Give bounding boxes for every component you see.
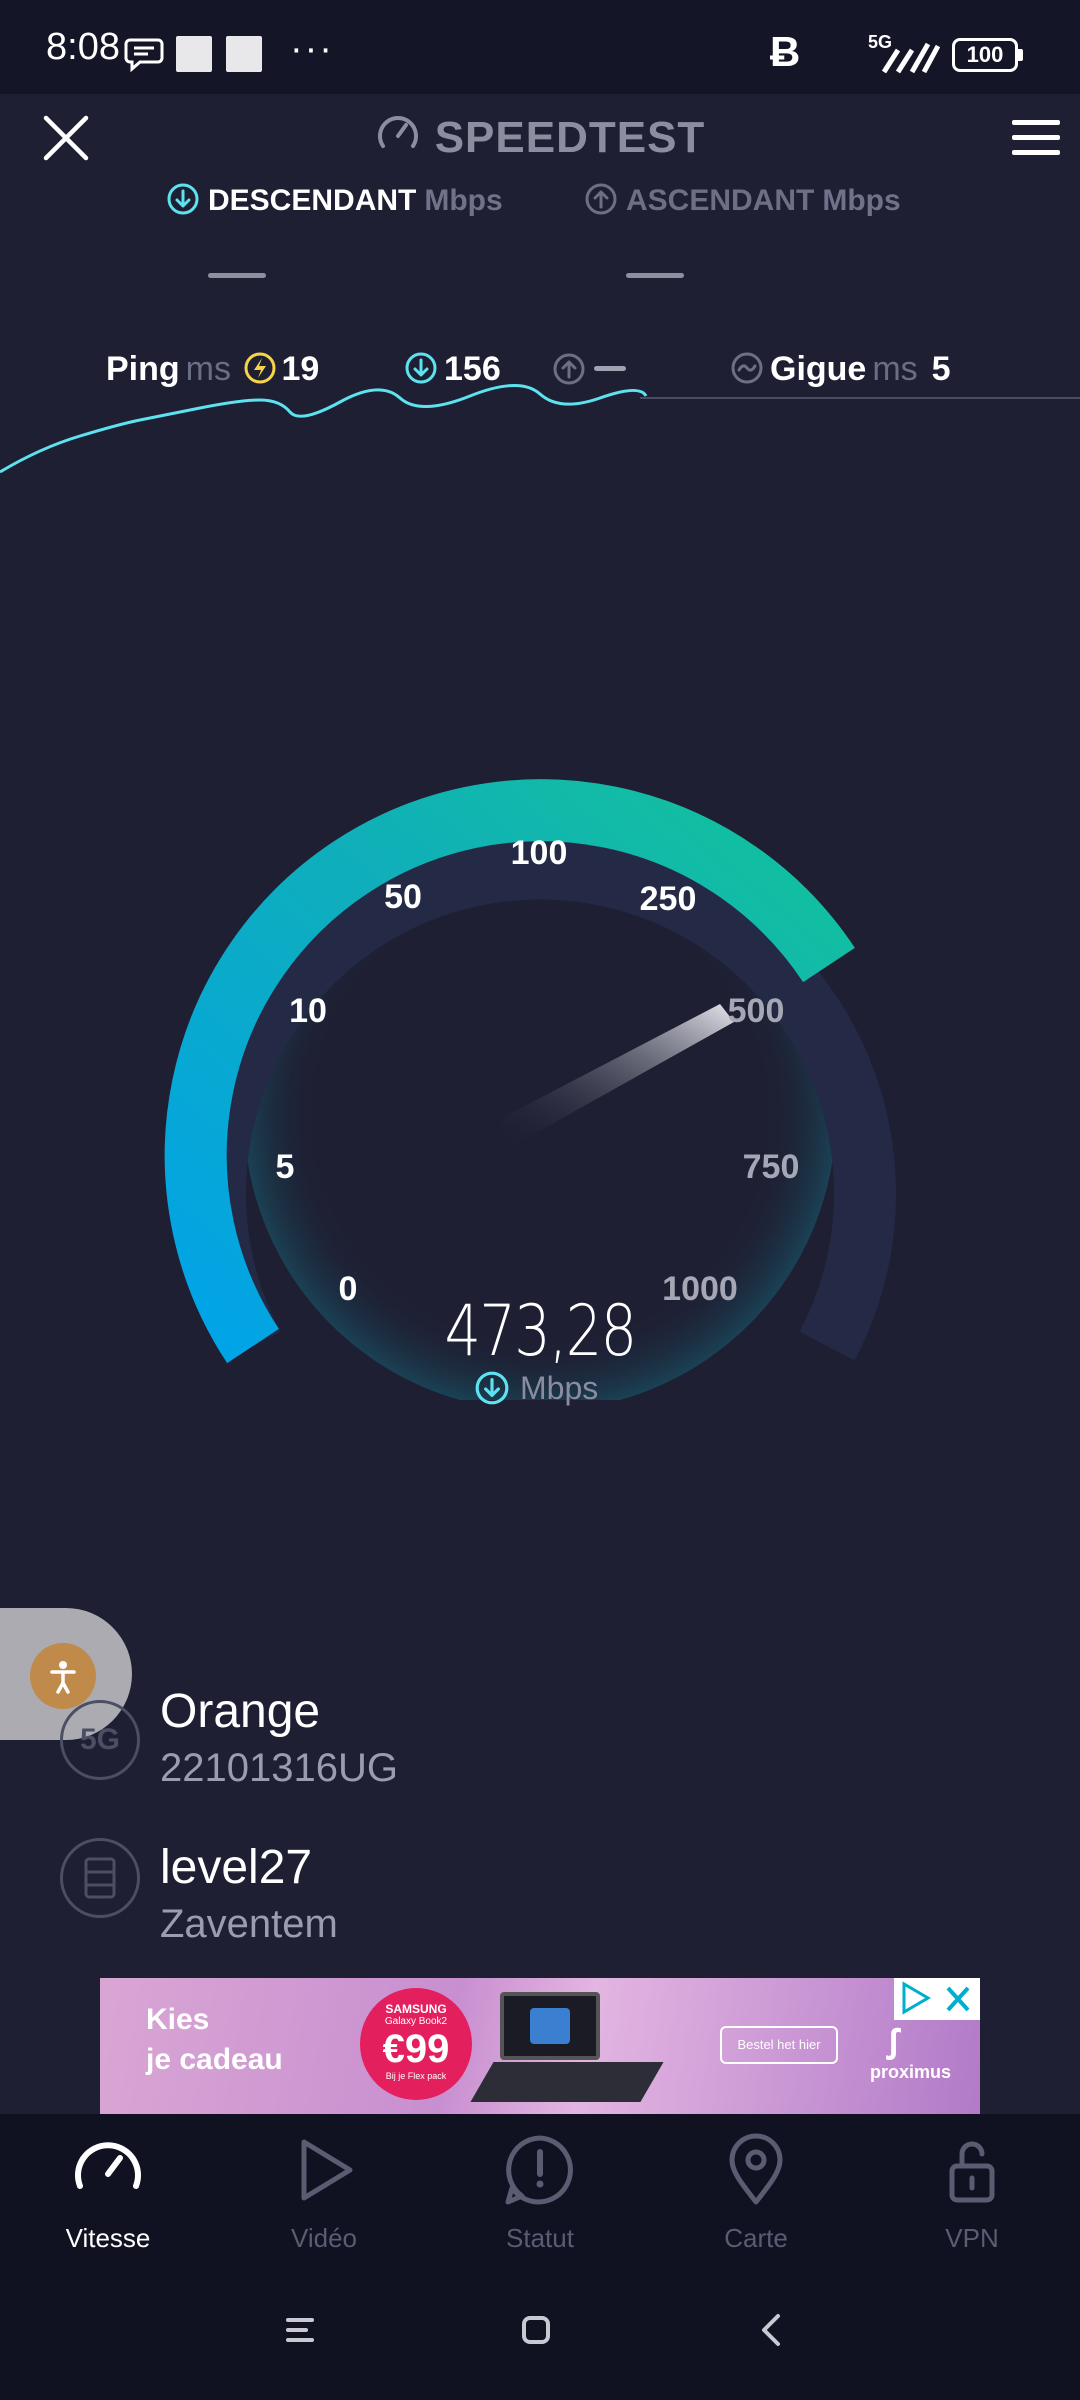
app-title: SPEEDTEST [0,110,1080,163]
ad-banner[interactable]: Kies je cadeau SAMSUNG Galaxy Book2 €99 … [100,1978,980,2114]
nav-speed-label: Vitesse [65,2223,151,2253]
nav-status-label: Statut [506,2223,574,2253]
notification-icon [176,36,212,72]
speedometer-icon [75,2142,141,2189]
ad-advertiser: proximus [870,2062,952,2082]
nav-status[interactable]: Statut [432,2130,648,2254]
recent-apps-icon[interactable] [280,2310,320,2350]
server-location: Zaventem [160,1902,338,1946]
gauge-tick: 750 [742,1148,800,1186]
server-icon [60,1838,140,1918]
speed-unit: Mbps [520,1370,599,1406]
gauge-tick: 100 [510,834,568,872]
status-time: 8:08 [46,26,120,68]
back-icon[interactable] [752,2310,792,2350]
upload-icon [585,183,617,215]
battery-icon: 100 [952,38,1018,72]
person-icon [50,1661,76,1694]
speed-value: 473,28 [444,1290,637,1372]
gauge-tick: 10 [289,992,327,1030]
tab-upload[interactable]: ASCENDANT Mbps [584,182,901,218]
nav-map-label: Carte [724,2223,788,2253]
windows-logo-icon [530,2008,570,2044]
home-icon[interactable] [516,2310,556,2350]
gauge-tick: 50 [384,878,422,916]
download-icon [167,183,199,215]
provider-name[interactable]: Orange [160,1684,320,1739]
upload-placeholder-dash [594,366,626,371]
gauge-tick: 250 [639,880,697,918]
ad-price: €99 [382,2027,450,2071]
speedtest-logo-icon [377,116,418,148]
alert-icon [505,2135,573,2205]
nav-video-label: Vidéo [290,2223,358,2253]
ad-choices-icon [902,1981,970,2015]
nav-map[interactable]: Carte [648,2130,864,2254]
nav-vpn[interactable]: VPN [864,2130,1080,2254]
gauge-tick: 500 [727,992,785,1030]
ad-cta-button[interactable]: Bestel het hier [720,2026,838,2064]
tab-upload-label: ASCENDANT [626,184,815,217]
download-placeholder-dash [208,273,266,278]
ad-product: Galaxy Book2 [384,2016,448,2027]
app-title-text: SPEEDTEST [434,113,706,162]
network-badge-icon: 5G [60,1700,140,1780]
message-icon [124,38,164,73]
ad-laptop-base [470,2062,664,2102]
accessibility-icon[interactable] [30,1643,96,1709]
device-name: 22101316UG [160,1746,398,1790]
map-pin-icon [729,2133,783,2205]
menu-icon[interactable] [1010,116,1062,160]
nav-video[interactable]: Vidéo [216,2130,432,2254]
ad-price-badge: SAMSUNG Galaxy Book2 €99 Bij je Flex pac… [360,1988,472,2100]
ad-price-note: Bij je Flex pack [385,2071,447,2081]
more-notifications-icon: ··· [290,28,334,70]
tab-download[interactable]: DESCENDANT Mbps [166,182,503,218]
tab-upload-unit: Mbps [822,184,901,217]
battery-tip [1018,49,1023,61]
ad-choices[interactable] [894,1978,980,2020]
speed-graph [0,384,1080,474]
gauge-tick: 5 [275,1148,295,1186]
bitcoin-icon: Ƀ [770,28,801,75]
play-icon [301,2139,353,2201]
tab-download-label: DESCENDANT [208,184,417,217]
nav-speed[interactable]: Vitesse [0,2130,216,2254]
upload-placeholder-dash [626,273,684,278]
ad-headline-line2: je cadeau [146,2043,283,2076]
signal-icon [881,42,940,74]
ad-headline: Kies je cadeau [146,2000,283,2080]
tab-download-unit: Mbps [424,184,503,217]
ad-laptop-image [500,1992,600,2060]
ad-brand-small: SAMSUNG [385,2002,447,2016]
server-name[interactable]: level27 [160,1840,312,1895]
download-icon [475,1371,509,1405]
nav-vpn-label: VPN [945,2223,999,2253]
server-rack-icon [84,1857,116,1899]
unlock-icon [949,2141,995,2203]
notification-icon [226,36,262,72]
ad-headline-line1: Kies [146,2003,210,2036]
